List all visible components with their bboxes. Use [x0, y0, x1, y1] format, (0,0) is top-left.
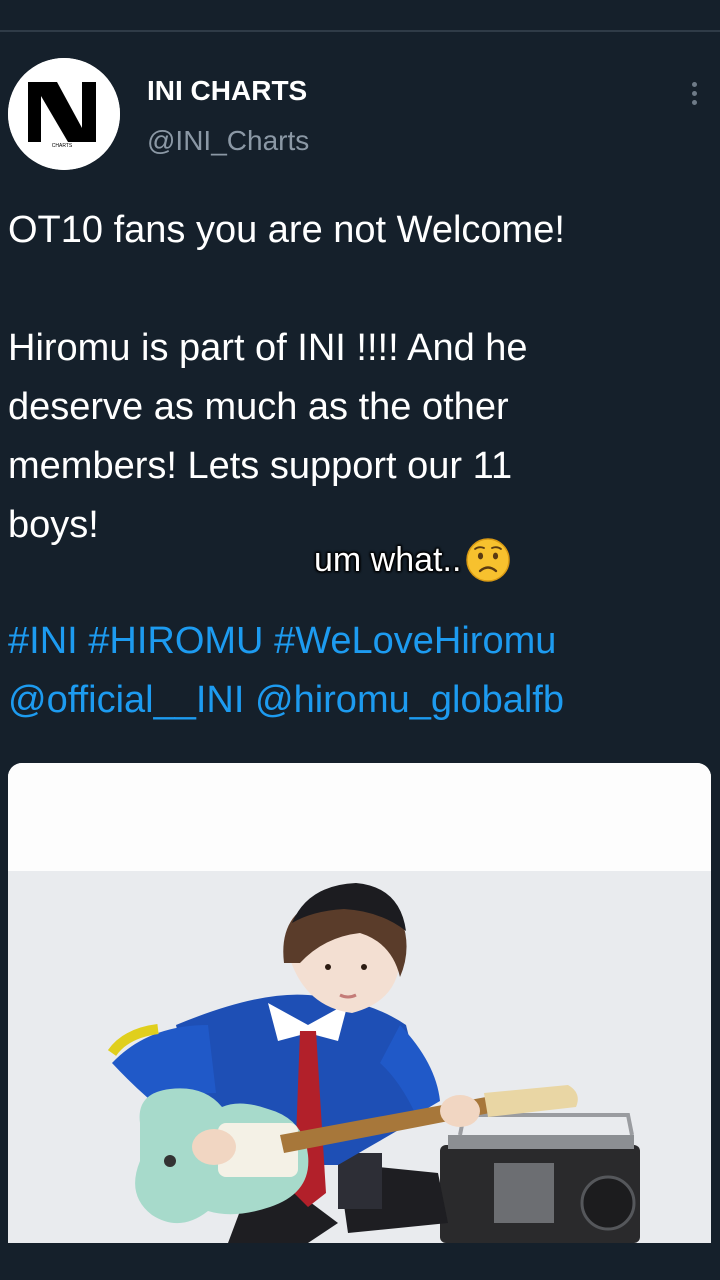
- worried-face-emoji-icon: [465, 537, 511, 583]
- overlay-caption-text: um what..: [314, 540, 462, 579]
- author-avatar[interactable]: CHARTS: [8, 58, 120, 170]
- tweet-text-line: Hiromu is part of INI !!!! And he: [8, 327, 528, 369]
- top-divider: [0, 30, 720, 32]
- author-display-name[interactable]: INI CHARTS: [147, 74, 307, 108]
- mention-link[interactable]: @hiromu_globalfb: [255, 679, 564, 721]
- tweet-photo[interactable]: [8, 763, 711, 1243]
- tweet-text-line: deserve as much as the other: [8, 386, 509, 428]
- overlay-caption: um what..: [314, 536, 511, 584]
- bottom-strip: [0, 1243, 720, 1280]
- author-handle[interactable]: @INI_Charts: [147, 124, 309, 158]
- tweet-screen: CHARTS INI CHARTS @INI_Charts OT10 fans …: [0, 0, 720, 1280]
- mention-line: @official__INI @hiromu_globalfb: [8, 671, 718, 730]
- tweet-links: #INI #HIROMU #WeLoveHiromu @official__IN…: [8, 612, 718, 730]
- ini-charts-logo-icon: CHARTS: [8, 58, 120, 170]
- hashtag-link[interactable]: #WeLoveHiromu: [274, 620, 556, 662]
- mention-link[interactable]: @official__INI: [8, 679, 244, 721]
- hashtag-link[interactable]: #HIROMU: [88, 620, 263, 662]
- tweet-text-line: OT10 fans you are not Welcome!: [8, 209, 565, 251]
- tweet-text-line: members! Lets support our 11: [8, 445, 513, 487]
- more-options-icon[interactable]: [680, 76, 710, 110]
- hashtag-link[interactable]: #INI: [8, 620, 78, 662]
- photo-of-person-with-guitar-icon: [8, 763, 711, 1243]
- hashtag-line: #INI #HIROMU #WeLoveHiromu: [8, 612, 718, 671]
- avatar-logo-text: CHARTS: [52, 143, 73, 149]
